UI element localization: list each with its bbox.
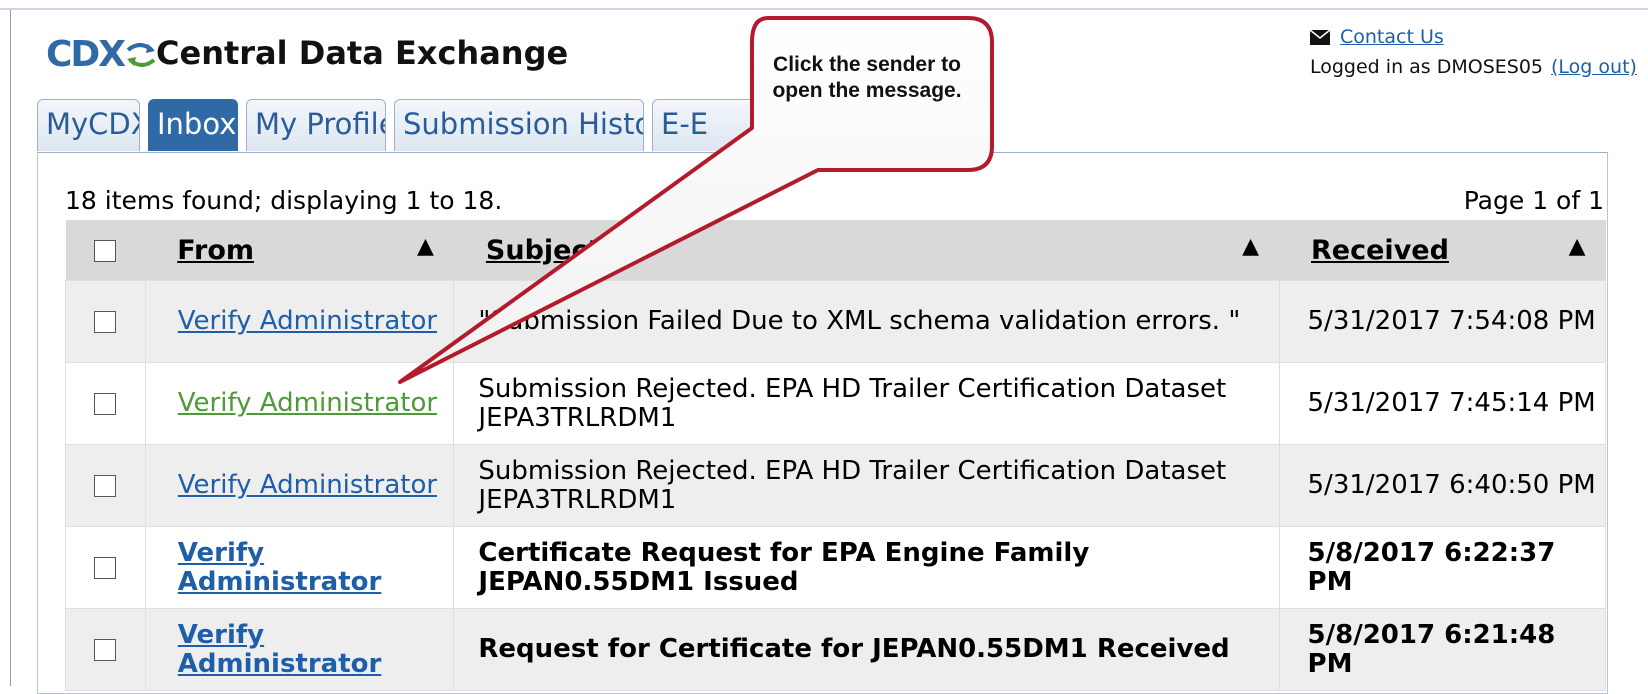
- subject-cell: Submission Rejected. EPA HD Trailer Cert…: [453, 362, 1280, 445]
- row-select-cell: [65, 280, 146, 363]
- from-header-label[interactable]: From: [177, 235, 254, 266]
- received-column-header[interactable]: Received ▲︎: [1279, 220, 1606, 281]
- envelope-icon: [1310, 29, 1330, 45]
- from-cell: Verify Administrator: [144, 444, 455, 527]
- message-row[interactable]: Verify Administrator "Submission Failed …: [65, 280, 1607, 363]
- cdx-logo[interactable]: CDX: [46, 34, 156, 75]
- row-checkbox[interactable]: [94, 474, 117, 497]
- received-cell: 5/31/2017 7:54:08 PM: [1278, 280, 1607, 363]
- tab-inbox[interactable]: Inbox: [148, 99, 238, 151]
- from-cell: Verify Administrator: [144, 526, 455, 609]
- callout-text: Click the sender to open the message.: [772, 53, 962, 102]
- site-title: Central Data Exchange: [156, 34, 569, 72]
- subject-cell: Submission Rejected. EPA HD Trailer Cert…: [453, 444, 1280, 527]
- received-cell: 5/31/2017 7:45:14 PM: [1278, 362, 1607, 445]
- table-header-row: From ▲︎ Subject ▲︎ Received ▲︎: [65, 220, 1606, 281]
- logo-text: CDX: [46, 34, 126, 75]
- window-top-border: [0, 8, 1648, 10]
- subject-cell: Request for Certificate for JEPAN0.55DM1…: [453, 608, 1280, 691]
- message-row[interactable]: Verify Administrator Submission Rejected…: [65, 362, 1607, 445]
- row-checkbox[interactable]: [94, 638, 117, 661]
- tab-my-profile[interactable]: My Profile: [246, 99, 386, 151]
- from-cell: Verify Administrator: [144, 280, 455, 363]
- select-all-cell: [65, 220, 146, 281]
- contact-us-link[interactable]: Contact Us: [1340, 26, 1444, 48]
- tab-e-enterprise[interactable]: E-E: [652, 99, 762, 151]
- row-select-cell: [65, 444, 146, 527]
- message-row[interactable]: Verify Administrator Request for Certifi…: [65, 608, 1607, 691]
- subject-header-label[interactable]: Subject: [486, 235, 600, 266]
- sender-link[interactable]: Verify Administrator: [178, 620, 382, 679]
- page-indicator: Page 1 of 1: [1463, 186, 1604, 215]
- received-cell: 5/31/2017 6:40:50 PM: [1278, 444, 1607, 527]
- row-checkbox[interactable]: [94, 556, 117, 579]
- from-cell: Verify Administrator: [144, 362, 455, 445]
- exchange-arrows-icon: [126, 42, 156, 67]
- subject-column-header[interactable]: Subject ▲︎: [453, 220, 1280, 281]
- row-select-cell: [65, 526, 146, 609]
- items-count: 18 items found; displaying 1 to 18.: [65, 186, 503, 215]
- row-select-cell: [65, 362, 146, 445]
- sender-link[interactable]: Verify Administrator: [178, 306, 437, 336]
- from-column-header[interactable]: From ▲︎: [145, 220, 454, 281]
- received-cell: 5/8/2017 6:21:48 PM: [1278, 608, 1607, 691]
- tab-submission-history[interactable]: Submission History: [394, 99, 644, 151]
- message-row[interactable]: Verify Administrator Submission Rejected…: [65, 444, 1607, 527]
- received-header-label[interactable]: Received: [1311, 235, 1449, 266]
- received-cell: 5/8/2017 6:22:37 PM: [1278, 526, 1607, 609]
- tab-mycdx[interactable]: MyCDX: [37, 99, 140, 151]
- sort-icon[interactable]: ▲︎: [1242, 234, 1259, 259]
- contact-us[interactable]: Contact Us: [1310, 26, 1444, 48]
- from-cell: Verify Administrator: [144, 608, 455, 691]
- window-left-border: [10, 10, 11, 686]
- inbox-table: From ▲︎ Subject ▲︎ Received ▲︎ Verify Admin…: [65, 220, 1607, 691]
- row-checkbox[interactable]: [94, 392, 117, 415]
- sender-link[interactable]: Verify Administrator: [178, 388, 437, 418]
- message-row[interactable]: Verify Administrator Certificate Request…: [65, 526, 1607, 609]
- sender-link[interactable]: Verify Administrator: [178, 538, 382, 597]
- subject-cell: Certificate Request for EPA Engine Famil…: [453, 526, 1280, 609]
- row-select-cell: [65, 608, 146, 691]
- select-all-checkbox[interactable]: [94, 240, 117, 262]
- subject-cell: "Submission Failed Due to XML schema val…: [453, 280, 1280, 363]
- sort-icon[interactable]: ▲︎: [1569, 234, 1586, 259]
- logged-in-text: Logged in as DMOSES05: [1310, 56, 1544, 78]
- login-status: Logged in as DMOSES05 (Log out): [1310, 56, 1637, 78]
- sort-icon[interactable]: ▲︎: [417, 234, 434, 259]
- logout-link[interactable]: (Log out): [1551, 56, 1637, 78]
- sender-link[interactable]: Verify Administrator: [178, 470, 437, 500]
- row-checkbox[interactable]: [94, 310, 117, 333]
